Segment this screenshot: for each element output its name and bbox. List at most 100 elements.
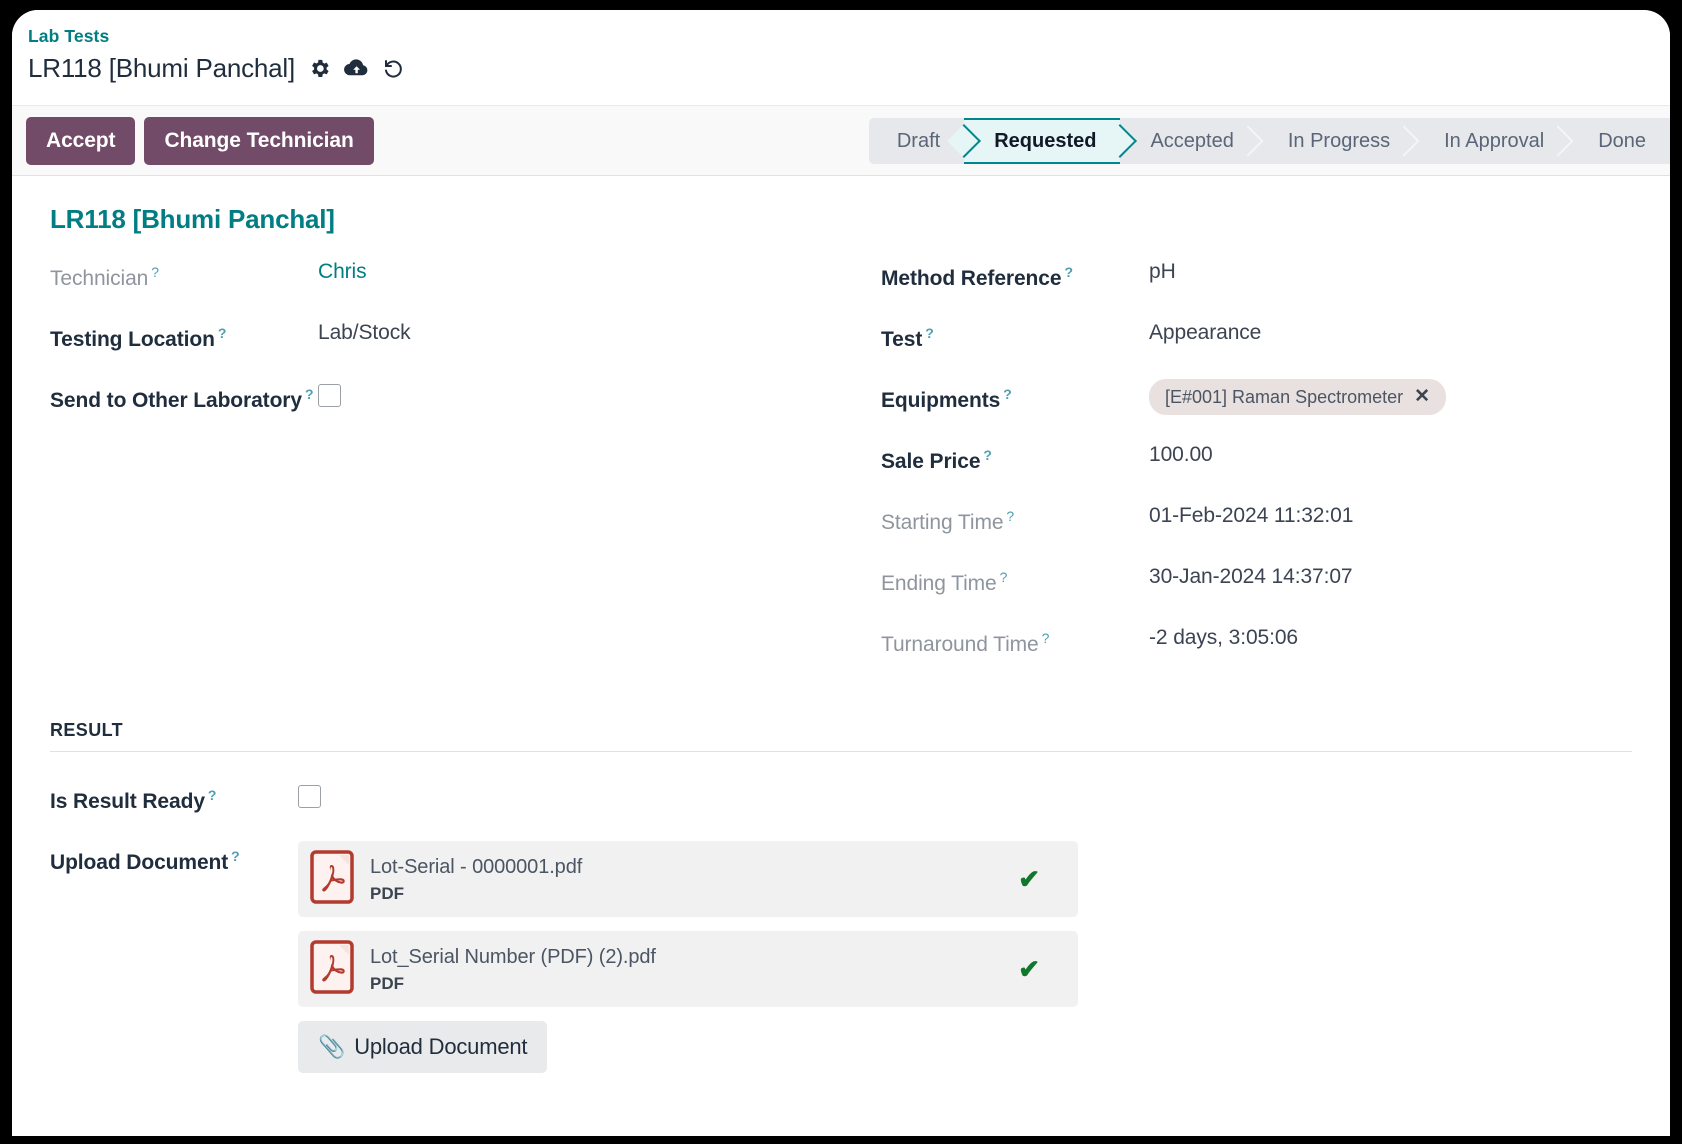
field-turnaround-time: Turnaround Time? -2 days, 3:05:06 bbox=[881, 623, 1632, 660]
field-label-upload-document: Upload Document? bbox=[50, 841, 298, 878]
close-icon[interactable]: ✕ bbox=[1414, 387, 1430, 406]
status-step-in-approval[interactable]: In Approval bbox=[1414, 118, 1569, 164]
tooltip-icon[interactable]: ? bbox=[1006, 508, 1014, 524]
field-label-is-result-ready: Is Result Ready? bbox=[50, 780, 298, 817]
field-technician: Technician? Chris bbox=[50, 257, 841, 294]
pdf-file-icon bbox=[310, 939, 356, 999]
result-section-body: Is Result Ready? Upload Document? Lot-Se… bbox=[50, 752, 1632, 1073]
upload-document-button-label: Upload Document bbox=[354, 1034, 528, 1059]
label-text: Equipments bbox=[881, 389, 1001, 412]
status-step-in-progress[interactable]: In Progress bbox=[1257, 118, 1415, 164]
field-value-testing-location[interactable]: Lab/Stock bbox=[318, 318, 411, 348]
field-testing-location: Testing Location? Lab/Stock bbox=[50, 318, 841, 355]
field-send-to-other-laboratory: Send to Other Laboratory? bbox=[50, 379, 841, 416]
field-label-method-reference: Method Reference? bbox=[881, 257, 1149, 294]
breadcrumb-record-name: LR118 [Bhumi Panchal] bbox=[28, 53, 296, 83]
field-value-ending-time: 30-Jan-2024 14:37:07 bbox=[1149, 565, 1353, 588]
status-step-label: Draft bbox=[896, 129, 941, 152]
field-label-testing-location: Testing Location? bbox=[50, 318, 318, 355]
tooltip-icon[interactable]: ? bbox=[1003, 386, 1012, 402]
result-section-title: RESULT bbox=[50, 720, 1632, 752]
tooltip-icon[interactable]: ? bbox=[1000, 569, 1008, 585]
breadcrumb-parent-link[interactable]: Lab Tests bbox=[28, 24, 1670, 48]
field-sale-price: Sale Price? 100.00 bbox=[881, 440, 1632, 477]
breadcrumb: LR118 [Bhumi Panchal] bbox=[28, 51, 1670, 85]
field-test: Test? Appearance bbox=[881, 318, 1632, 355]
field-value-starting-time: 01-Feb-2024 11:32:01 bbox=[1149, 504, 1354, 527]
tooltip-icon[interactable]: ? bbox=[218, 325, 227, 341]
tooltip-icon[interactable]: ? bbox=[1042, 630, 1050, 646]
accept-button[interactable]: Accept bbox=[26, 116, 136, 165]
field-value-technician[interactable]: Chris bbox=[318, 257, 367, 287]
field-label-equipments: Equipments? bbox=[881, 379, 1149, 416]
label-text: Ending Time bbox=[881, 572, 997, 595]
pdf-file-icon bbox=[310, 849, 356, 909]
status-step-requested[interactable]: Requested bbox=[964, 118, 1121, 164]
tooltip-icon[interactable]: ? bbox=[208, 787, 217, 803]
tooltip-icon[interactable]: ? bbox=[925, 325, 934, 341]
breadcrumb-bar: Lab Tests LR118 [Bhumi Panchal] bbox=[12, 10, 1670, 106]
field-value-method-reference[interactable]: pH bbox=[1149, 257, 1176, 287]
field-label-starting-time: Starting Time? bbox=[881, 501, 1149, 538]
status-step-done[interactable]: Done bbox=[1568, 118, 1670, 164]
equipments-tag-list: [E#001] Raman Spectrometer ✕ bbox=[1149, 379, 1447, 415]
field-label-technician: Technician? bbox=[50, 257, 318, 294]
form-columns: Technician? Chris Testing Location? Lab/… bbox=[50, 257, 1632, 684]
attachment-meta: Lot-Serial - 0000001.pdf PDF bbox=[370, 853, 1018, 906]
label-text: Sale Price bbox=[881, 450, 981, 473]
is-result-ready-checkbox[interactable] bbox=[298, 785, 321, 808]
equipment-tag-label: [E#001] Raman Spectrometer bbox=[1165, 387, 1404, 407]
field-upload-document: Upload Document? Lot-Serial - 0000001.pd… bbox=[50, 841, 1632, 1073]
field-label-ending-time: Ending Time? bbox=[881, 562, 1149, 599]
status-step-label: Done bbox=[1598, 129, 1646, 152]
form-sheet: LR118 [Bhumi Panchal] Technician? Chris … bbox=[12, 176, 1670, 1073]
tooltip-icon[interactable]: ? bbox=[305, 386, 314, 402]
send-to-other-laboratory-checkbox[interactable] bbox=[318, 384, 341, 407]
change-technician-button[interactable]: Change Technician bbox=[144, 116, 374, 165]
status-bar: Draft Requested Accepted In Progress In … bbox=[868, 118, 1670, 164]
upload-document-button[interactable]: 📎 Upload Document bbox=[298, 1021, 548, 1073]
status-step-label: In Progress bbox=[1287, 129, 1391, 152]
status-step-label: Accepted bbox=[1150, 129, 1234, 152]
field-is-result-ready: Is Result Ready? bbox=[50, 780, 1632, 817]
label-text: Technician bbox=[50, 267, 149, 290]
field-ending-time: Ending Time? 30-Jan-2024 14:37:07 bbox=[881, 562, 1632, 599]
status-step-accepted[interactable]: Accepted bbox=[1120, 118, 1258, 164]
app-window: Lab Tests LR118 [Bhumi Panchal] Accept C… bbox=[12, 10, 1670, 1136]
field-value-sale-price[interactable]: 100.00 bbox=[1149, 440, 1213, 470]
attachment-item[interactable]: Lot-Serial - 0000001.pdf PDF ✔ bbox=[298, 841, 1078, 917]
field-method-reference: Method Reference? pH bbox=[881, 257, 1632, 294]
action-buttons: Accept Change Technician bbox=[26, 116, 374, 165]
field-label-sale-price: Sale Price? bbox=[881, 440, 1149, 477]
label-text: Starting Time bbox=[881, 511, 1004, 534]
form-column-right: Method Reference? pH Test? Appearance Eq… bbox=[841, 257, 1632, 684]
label-text: Test bbox=[881, 328, 923, 351]
attachment-type: PDF bbox=[370, 883, 404, 903]
label-text: Upload Document bbox=[50, 851, 229, 874]
tooltip-icon[interactable]: ? bbox=[231, 848, 240, 864]
tooltip-icon[interactable]: ? bbox=[1064, 264, 1073, 280]
label-text: Turnaround Time bbox=[881, 633, 1039, 656]
control-panel: Accept Change Technician Draft Requested… bbox=[12, 106, 1670, 176]
undo-icon[interactable] bbox=[380, 55, 406, 81]
field-label-send-to-other-laboratory: Send to Other Laboratory? bbox=[50, 379, 318, 416]
cloud-upload-icon[interactable] bbox=[343, 55, 369, 81]
attachment-item[interactable]: Lot_Serial Number (PDF) (2).pdf PDF ✔ bbox=[298, 931, 1078, 1007]
tooltip-icon[interactable]: ? bbox=[151, 264, 159, 280]
page-title: LR118 [Bhumi Panchal] bbox=[50, 204, 335, 234]
gear-icon[interactable] bbox=[306, 55, 332, 81]
attachment-type: PDF bbox=[370, 973, 404, 993]
paperclip-icon: 📎 bbox=[318, 1034, 346, 1059]
field-value-test[interactable]: Appearance bbox=[1149, 318, 1261, 348]
field-label-test: Test? bbox=[881, 318, 1149, 355]
label-text: Is Result Ready bbox=[50, 790, 205, 813]
equipment-tag[interactable]: [E#001] Raman Spectrometer ✕ bbox=[1149, 379, 1447, 415]
attachment-list: Lot-Serial - 0000001.pdf PDF ✔ Lot_Seria… bbox=[298, 841, 1078, 1073]
label-text: Send to Other Laboratory bbox=[50, 389, 302, 412]
attachment-name: Lot_Serial Number (PDF) (2).pdf bbox=[370, 945, 656, 968]
attachment-meta: Lot_Serial Number (PDF) (2).pdf PDF bbox=[370, 943, 1018, 996]
tooltip-icon[interactable]: ? bbox=[983, 447, 992, 463]
form-column-left: Technician? Chris Testing Location? Lab/… bbox=[50, 257, 841, 684]
status-step-label: Requested bbox=[994, 129, 1097, 152]
attachment-name: Lot-Serial - 0000001.pdf bbox=[370, 855, 583, 878]
